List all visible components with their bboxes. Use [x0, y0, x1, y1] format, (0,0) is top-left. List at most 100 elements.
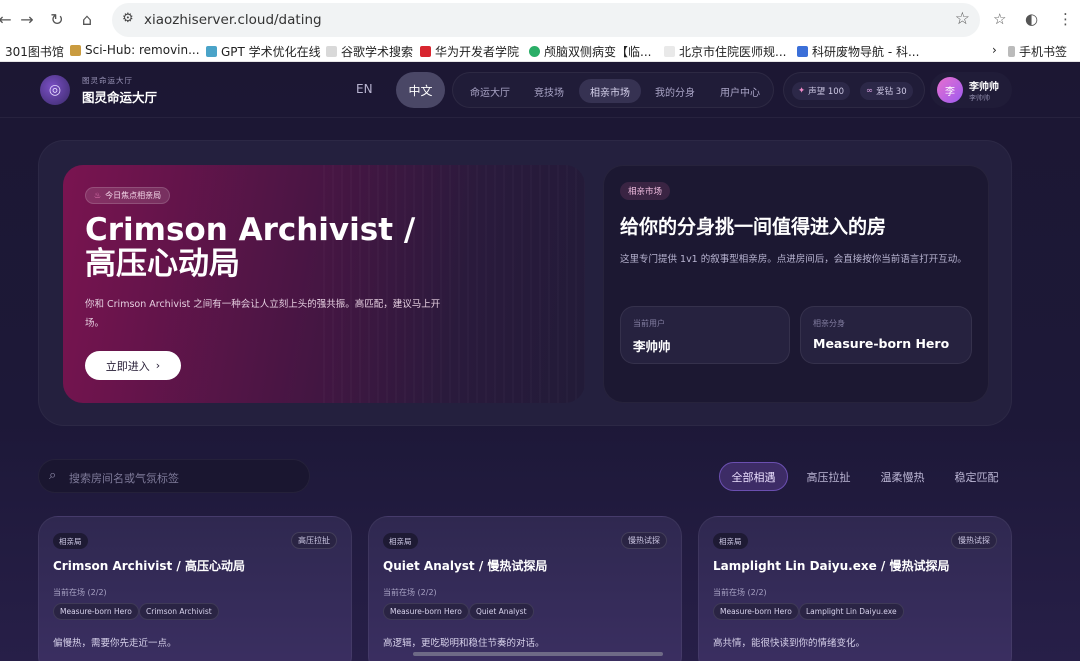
filter-gentle[interactable]: 温柔慢热 [871, 462, 934, 491]
lang-zh-button[interactable]: 中文 [396, 72, 445, 108]
user-subtitle: 李帅帅 [969, 94, 990, 102]
room-card[interactable]: 相亲局 慢热试探 Quiet Analyst / 慢热试探局 当前在场 (2/2… [368, 516, 682, 661]
featured-room: ♨ 今日焦点相亲局 Crimson Archivist / 高压心动局 你和 Cr… [63, 165, 585, 403]
member-chip: Measure-born Hero [383, 603, 469, 620]
room-title: Lamplight Lin Daiyu.exe / 慢热试探局 [713, 559, 950, 573]
bookmarks-overflow-icon[interactable]: › [992, 43, 997, 57]
huawei-icon [420, 46, 431, 57]
page-icon [664, 46, 675, 57]
bookmark-item[interactable]: 301图书馆 [5, 43, 64, 60]
current-user-value: 李帅帅 [633, 339, 671, 354]
occupancy: 当前在场 (2/2) [53, 588, 107, 597]
brand-subtitle: 图灵命运大厅 [82, 76, 133, 85]
market-intro: 相亲市场 给你的分身挑一间值得进入的房 这里专门提供 1v1 的叙事型相亲房。点… [603, 165, 989, 403]
focus-badge: ♨ 今日焦点相亲局 [85, 187, 171, 204]
member-chip: Measure-born Hero [53, 603, 139, 620]
gpt-icon [206, 46, 217, 57]
bookmark-item[interactable]: 手机书签 [1008, 43, 1067, 60]
room-description: 高逻辑，更吃聪明和稳住节奏的对话。 [383, 638, 545, 649]
app: ◎ 图灵命运大厅 图灵命运大厅 EN 中文 命运大厅 竞技场 相亲市场 我的分身… [0, 62, 1080, 661]
bookmarks-bar: 301图书馆 Sci-Hub: removin... GPT 学术优化在线 谷歌… [0, 40, 1080, 62]
link-icon: ∞ [866, 86, 874, 96]
room-title: Crimson Archivist / 高压心动局 [53, 559, 245, 573]
url-text[interactable]: xiaozhiserver.cloud/dating [144, 12, 322, 28]
browser-chrome: ← → ↻ ⌂ ⚙ xiaozhiserver.cloud/dating ☆ ☆… [0, 0, 1080, 62]
filter-stable[interactable]: 稳定匹配 [945, 462, 1008, 491]
featured-title: Crimson Archivist / 高压心动局 [85, 212, 416, 282]
chevron-right-icon: › [155, 359, 161, 372]
top-nav: ◎ 图灵命运大厅 图灵命运大厅 EN 中文 命运大厅 竞技场 相亲市场 我的分身… [0, 62, 1080, 118]
reload-icon[interactable]: ↻ [46, 9, 68, 31]
room-card[interactable]: 相亲局 慢热试探 Lamplight Lin Daiyu.exe / 慢热试探局… [698, 516, 1012, 661]
scholar-icon [326, 46, 337, 57]
horizontal-scrollbar[interactable] [413, 652, 663, 656]
site-info-icon[interactable]: ⚙ [122, 11, 134, 26]
avatar[interactable]: 李 [937, 77, 963, 103]
logo-icon[interactable]: ◎ [40, 75, 70, 105]
home-icon[interactable]: ⌂ [76, 9, 98, 31]
search-placeholder: 搜索房间名或气氛标签 [69, 472, 179, 485]
avatar-label: 相亲分身 [813, 319, 845, 328]
navigation-icon [797, 46, 808, 57]
mood-tag: 高压拉扯 [291, 532, 337, 549]
stats-panel: ✦ 声望 100 ∞ 爱钻 30 [783, 72, 925, 108]
user-menu[interactable]: 李 李帅帅 李帅帅 [930, 72, 1012, 108]
address-bar[interactable]: ⚙ xiaozhiserver.cloud/dating ☆ [112, 3, 980, 37]
filter-high-pressure[interactable]: 高压拉扯 [797, 462, 860, 491]
tab-user-center[interactable]: 用户中心 [711, 81, 769, 101]
sparkle-icon: ✦ [798, 86, 806, 96]
bookmark-item[interactable]: Sci-Hub: removin... [70, 43, 200, 57]
forward-icon[interactable]: → [16, 9, 38, 31]
room-description: 高共情，能很快读到你的情绪变化。 [713, 638, 866, 649]
lang-en-button[interactable]: EN [356, 82, 373, 96]
mood-tag: 慢热试探 [621, 532, 667, 549]
room-description: 偏慢热，需要你先走近一点。 [53, 638, 177, 649]
enter-now-button[interactable]: 立即进入 › [85, 351, 181, 380]
diamond-badge: ∞ 爱钻 30 [860, 82, 913, 100]
main-tabs: 命运大厅 竞技场 相亲市场 我的分身 用户中心 [452, 72, 774, 108]
reputation-badge: ✦ 声望 100 [792, 82, 851, 100]
avatar-value: Measure-born Hero [813, 336, 950, 351]
member-chip: Crimson Archivist [139, 603, 219, 620]
search-input[interactable]: ⌕ 搜索房间名或气氛标签 [38, 459, 310, 493]
bookmark-item[interactable]: 华为开发者学院 [420, 43, 519, 60]
tab-arena[interactable]: 竞技场 [525, 81, 573, 101]
market-title: 给你的分身挑一间值得进入的房 [620, 216, 887, 238]
tab-my-avatar[interactable]: 我的分身 [647, 81, 703, 101]
room-card[interactable]: 相亲局 高压拉扯 Crimson Archivist / 高压心动局 当前在场 … [38, 516, 352, 661]
bookmark-item[interactable]: 北京市住院医师规... [664, 43, 786, 60]
mood-tag: 慢热试探 [951, 532, 997, 549]
room-type-tag: 相亲局 [53, 533, 88, 549]
room-title: Quiet Analyst / 慢热试探局 [383, 559, 548, 573]
tab-dating-market[interactable]: 相亲市场 [579, 79, 641, 103]
menu-icon[interactable]: ⋮ [1058, 10, 1073, 28]
back-icon[interactable]: ← [0, 9, 16, 31]
bookmark-item[interactable]: 谷歌学术搜索 [326, 43, 413, 60]
bookmarks-list-icon[interactable]: ☆ [993, 10, 1006, 28]
member-chip: Lamplight Lin Daiyu.exe [799, 603, 904, 620]
flame-icon: ♨ [94, 191, 102, 200]
search-icon: ⌕ [49, 468, 57, 483]
extension-icon[interactable]: ◐ [1025, 10, 1038, 28]
wechat-icon [529, 46, 540, 57]
filter-all[interactable]: 全部相遇 [719, 462, 788, 491]
bookmark-item[interactable]: GPT 学术优化在线 [206, 43, 321, 60]
occupancy: 当前在场 (2/2) [713, 588, 767, 597]
room-type-tag: 相亲局 [713, 533, 748, 549]
hero-panel: ♨ 今日焦点相亲局 Crimson Archivist / 高压心动局 你和 Cr… [38, 140, 1012, 426]
member-chip: Measure-born Hero [713, 603, 799, 620]
bookmark-item[interactable]: 颅脑双侧病变【临... [529, 43, 651, 60]
room-type-tag: 相亲局 [383, 533, 418, 549]
user-name: 李帅帅 [969, 82, 999, 93]
occupancy: 当前在场 (2/2) [383, 588, 437, 597]
mobile-icon [1008, 46, 1015, 57]
bookmark-item[interactable]: 科研废物导航 - 科... [797, 43, 919, 60]
bookmark-star-icon[interactable]: ☆ [955, 9, 970, 29]
featured-description: 你和 Crimson Archivist 之间有一种会让人立刻上头的强共振。高匹… [85, 299, 441, 329]
brand-title[interactable]: 图灵命运大厅 [82, 87, 157, 106]
current-user-label: 当前用户 [633, 319, 665, 328]
decorative-stripes [323, 165, 585, 403]
scihub-icon [70, 44, 81, 56]
tab-fate-hall[interactable]: 命运大厅 [465, 81, 515, 101]
market-description: 这里专门提供 1v1 的叙事型相亲房。点进房间后，会直接按你当前语言打开互动。 [620, 254, 967, 265]
